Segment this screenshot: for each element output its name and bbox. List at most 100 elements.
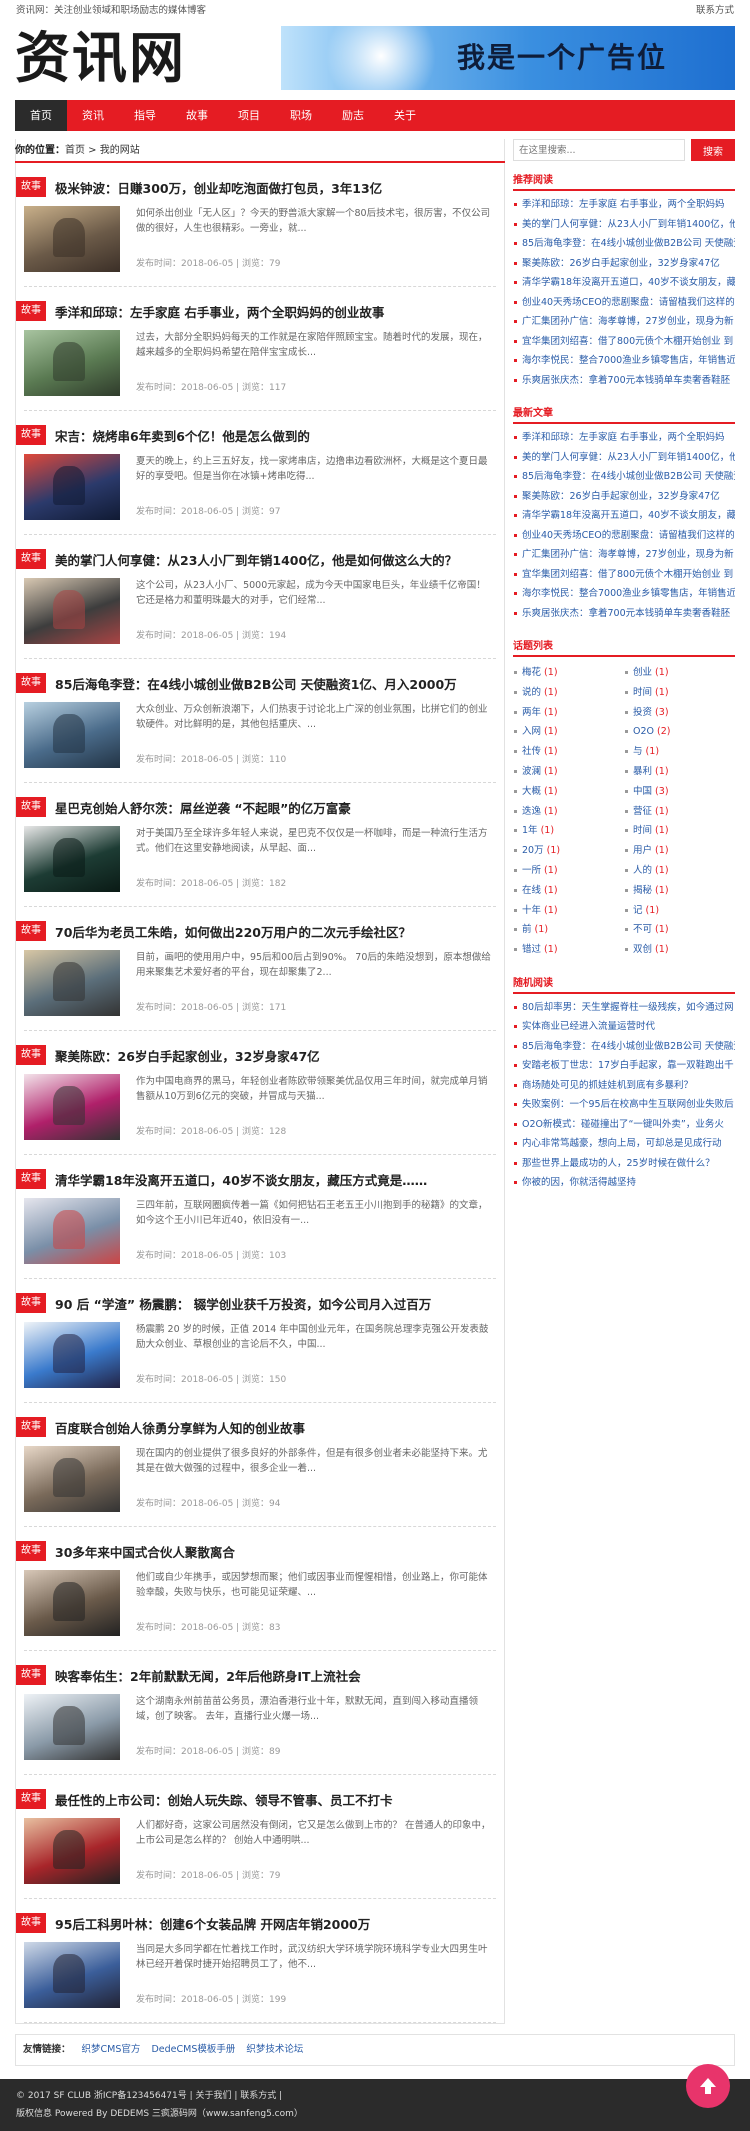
- tag-item[interactable]: 揭秘 (1): [624, 881, 735, 901]
- tag-item[interactable]: 创业 (1): [624, 663, 735, 683]
- tag-name[interactable]: 社传: [522, 746, 541, 757]
- tag-name[interactable]: 梅花: [522, 667, 541, 678]
- latest-item[interactable]: 季洋和邱琼：左手家庭 右手事业，两个全职妈妈: [513, 428, 735, 448]
- recommend-item[interactable]: 美的掌门人何享健：从23人小厂到年销1400亿，他: [513, 215, 735, 235]
- tag-item[interactable]: 入网 (1): [513, 722, 624, 742]
- article-thumbnail[interactable]: [24, 578, 120, 644]
- tag-name[interactable]: 人的: [633, 865, 652, 876]
- random-item[interactable]: 安踏老板丁世忠：17岁白手起家，靠一双鞋跑出千: [513, 1056, 735, 1076]
- tag-name[interactable]: 时间: [633, 687, 652, 698]
- tag-item[interactable]: 社传 (1): [513, 742, 624, 762]
- article-title[interactable]: 宋吉：烧烤串6年卖到6个亿！他是怎么做到的: [55, 426, 310, 445]
- latest-item[interactable]: 海尔李悦民：整合7000渔业乡镇零售店，年销售近: [513, 584, 735, 604]
- article-tag[interactable]: 故事: [16, 1665, 46, 1685]
- friend-link[interactable]: DedeCMS模板手册: [151, 2044, 235, 2055]
- recommend-item[interactable]: 宜华集团刘绍喜：借了800元债个木棚开始创业 到: [513, 332, 735, 352]
- site-logo[interactable]: 资讯网: [15, 27, 186, 89]
- recommend-item[interactable]: 乐爽居张庆杰：拿着700元本钱骑单车卖奢香鞋胚: [513, 371, 735, 391]
- tag-item[interactable]: 说的 (1): [513, 683, 624, 703]
- random-item[interactable]: 实体商业已经进入流量运营时代: [513, 1017, 735, 1037]
- nav-item-home[interactable]: 首页: [15, 100, 67, 131]
- tag-name[interactable]: 十年: [522, 905, 541, 916]
- tag-name[interactable]: 记: [633, 905, 643, 916]
- nav-item-story[interactable]: 故事: [171, 100, 223, 131]
- random-item[interactable]: 80后却率男：天生掌握脊柱一级残疾，如今通过网: [513, 998, 735, 1018]
- random-item[interactable]: 85后海龟李登：在4线小城创业做B2B公司 天使融资: [513, 1037, 735, 1057]
- article-title[interactable]: 最任性的上市公司：创始人玩失踪、领导不管事、员工不打卡: [55, 1790, 393, 1809]
- tag-name[interactable]: 迭逸: [522, 806, 541, 817]
- tag-item[interactable]: 人的 (1): [624, 861, 735, 881]
- article-title[interactable]: 70后华为老员工朱皓，如何做出220万用户的二次元手绘社区？: [55, 922, 411, 941]
- tag-name[interactable]: 前: [522, 924, 532, 935]
- article-thumbnail[interactable]: [24, 826, 120, 892]
- article-title[interactable]: 30多年来中国式合伙人聚散离合: [55, 1542, 235, 1561]
- article-title[interactable]: 95后工科男叶林：创建6个女装品牌 开网店年销2000万: [55, 1914, 370, 1933]
- article-title[interactable]: 极米钟波：日赚300万，创业却吃泡面做打包员，3年13亿: [55, 178, 382, 197]
- article-thumbnail[interactable]: [24, 454, 120, 520]
- tag-name[interactable]: 波澜: [522, 766, 541, 777]
- random-item[interactable]: 那些世界上最成功的人，25岁时候在做什么？: [513, 1154, 735, 1174]
- tag-item[interactable]: 双创 (1): [624, 940, 735, 960]
- tag-name[interactable]: 创业: [633, 667, 652, 678]
- recommend-item[interactable]: 85后海龟李登：在4线小城创业做B2B公司 天使融资: [513, 234, 735, 254]
- article-title[interactable]: 百度联合创始人徐勇分享鲜为人知的创业故事: [55, 1418, 305, 1437]
- article-tag[interactable]: 故事: [16, 1541, 46, 1561]
- article-thumbnail[interactable]: [24, 1198, 120, 1264]
- tag-name[interactable]: 一所: [522, 865, 541, 876]
- search-input[interactable]: [513, 139, 685, 161]
- latest-item[interactable]: 广汇集团孙广信：海孝尊博，27岁创业，现身为新: [513, 545, 735, 565]
- tag-item[interactable]: 暴利 (1): [624, 762, 735, 782]
- tag-item[interactable]: 在线 (1): [513, 881, 624, 901]
- tag-item[interactable]: 时间 (1): [624, 683, 735, 703]
- tag-name[interactable]: 错过: [522, 944, 541, 955]
- article-thumbnail[interactable]: [24, 702, 120, 768]
- tag-name[interactable]: 大概: [522, 786, 541, 797]
- latest-item[interactable]: 清华学霸18年没离开五道口，40岁不谈女朋友，藏: [513, 506, 735, 526]
- friend-link[interactable]: 织梦CMS官方: [82, 2044, 141, 2055]
- article-tag[interactable]: 故事: [16, 549, 46, 569]
- random-item[interactable]: O2O新模式：碰碰撞出了“一键叫外卖”，业务火: [513, 1115, 735, 1135]
- nav-item-about[interactable]: 关于: [379, 100, 431, 131]
- tag-item[interactable]: 错过 (1): [513, 940, 624, 960]
- article-tag[interactable]: 故事: [16, 177, 46, 197]
- latest-item[interactable]: 85后海龟李登：在4线小城创业做B2B公司 天使融资: [513, 467, 735, 487]
- nav-item-career[interactable]: 职场: [275, 100, 327, 131]
- article-thumbnail[interactable]: [24, 1570, 120, 1636]
- tag-item[interactable]: 不可 (1): [624, 920, 735, 940]
- recommend-item[interactable]: 季洋和邱琼：左手家庭 右手事业，两个全职妈妈: [513, 195, 735, 215]
- recommend-item[interactable]: 广汇集团孙广信：海孝尊博，27岁创业，现身为新: [513, 312, 735, 332]
- tag-item[interactable]: 用户 (1): [624, 841, 735, 861]
- tag-item[interactable]: 两年 (1): [513, 703, 624, 723]
- article-thumbnail[interactable]: [24, 1694, 120, 1760]
- tag-item[interactable]: 营征 (1): [624, 802, 735, 822]
- contact-link[interactable]: 联系方式: [696, 0, 734, 22]
- random-item[interactable]: 失败案例：一个95后在校高中生互联网创业失败后: [513, 1095, 735, 1115]
- recommend-item[interactable]: 聚美陈欧：26岁白手起家创业，32岁身家47亿: [513, 254, 735, 274]
- tag-name[interactable]: 揭秘: [633, 885, 652, 896]
- tag-name[interactable]: 1年: [522, 825, 538, 836]
- tag-name[interactable]: 中国: [633, 786, 652, 797]
- article-thumbnail[interactable]: [24, 1942, 120, 2008]
- nav-item-news[interactable]: 资讯: [67, 100, 119, 131]
- tag-name[interactable]: 两年: [522, 707, 541, 718]
- recommend-item[interactable]: 海尔李悦民：整合7000渔业乡镇零售店，年销售近: [513, 351, 735, 371]
- article-thumbnail[interactable]: [24, 1074, 120, 1140]
- tag-item[interactable]: O2O (2): [624, 722, 735, 742]
- tag-name[interactable]: 与: [633, 746, 643, 757]
- tag-item[interactable]: 一所 (1): [513, 861, 624, 881]
- recommend-item[interactable]: 创业40天秀场CEO的悲剧聚盘：请留植我们这样的: [513, 293, 735, 313]
- tag-item[interactable]: 梅花 (1): [513, 663, 624, 683]
- tag-name[interactable]: 双创: [633, 944, 652, 955]
- latest-item[interactable]: 乐爽居张庆杰：拿着700元本钱骑单车卖奢香鞋胚: [513, 604, 735, 624]
- article-title[interactable]: 星巴克创始人舒尔茨：屌丝逆袭 “不起眼”的亿万富豪: [55, 798, 351, 817]
- tag-name[interactable]: 说的: [522, 687, 541, 698]
- latest-item[interactable]: 宜华集团刘绍喜：借了800元债个木棚开始创业 到: [513, 565, 735, 585]
- tag-item[interactable]: 20万 (1): [513, 841, 624, 861]
- article-tag[interactable]: 故事: [16, 301, 46, 321]
- tag-item[interactable]: 迭逸 (1): [513, 802, 624, 822]
- article-tag[interactable]: 故事: [16, 1293, 46, 1313]
- tag-name[interactable]: 在线: [522, 885, 541, 896]
- article-thumbnail[interactable]: [24, 206, 120, 272]
- random-item[interactable]: 内心非常笃越豪，想向上局，可却总是见成行动: [513, 1134, 735, 1154]
- article-tag[interactable]: 故事: [16, 1417, 46, 1437]
